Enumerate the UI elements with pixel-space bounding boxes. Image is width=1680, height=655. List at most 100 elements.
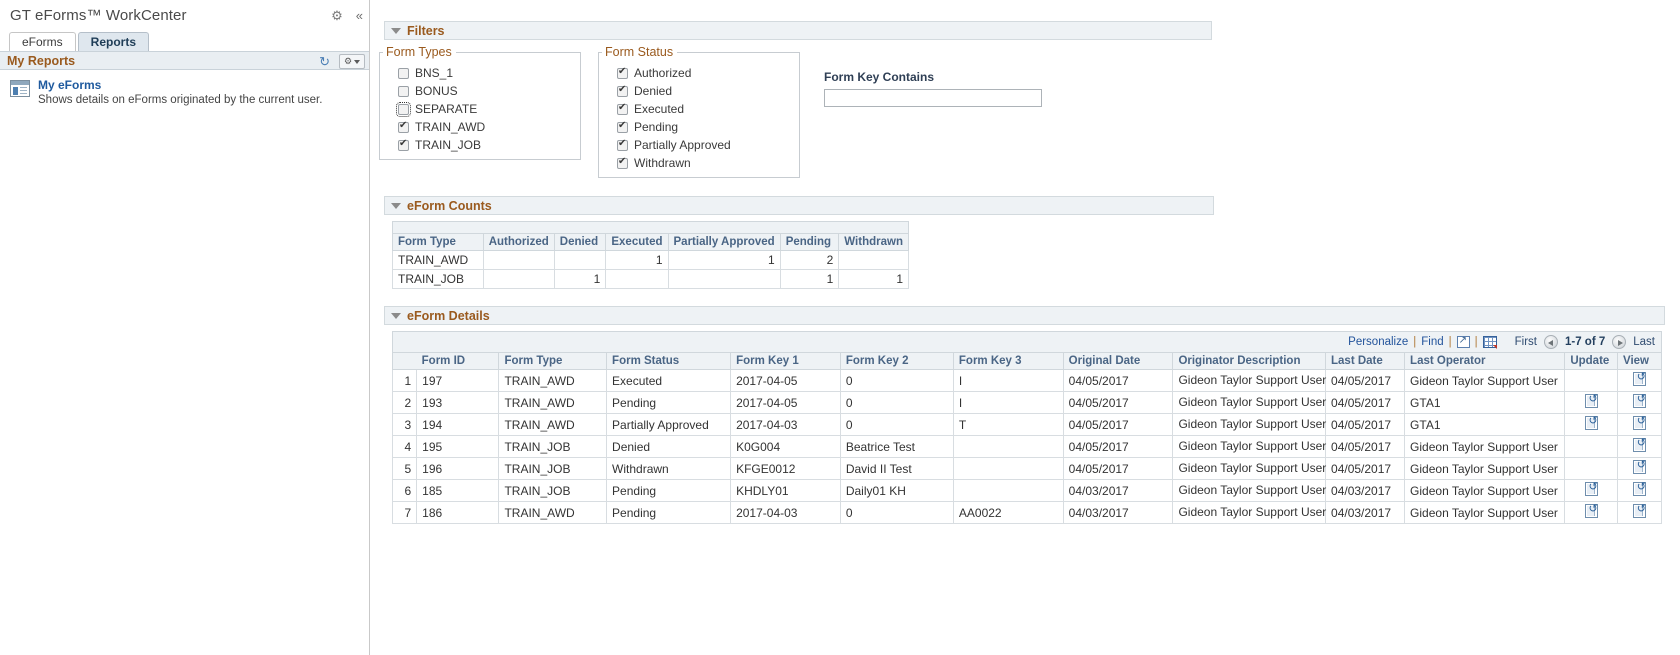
- previous-page-icon[interactable]: [1543, 335, 1558, 349]
- view-form-icon[interactable]: [1633, 502, 1646, 518]
- cell-update: [1564, 457, 1618, 480]
- filters-section-header[interactable]: Filters: [384, 21, 1212, 40]
- collapse-panel-icon[interactable]: «: [356, 9, 363, 22]
- col-pending[interactable]: Pending: [779, 233, 840, 251]
- form-key-contains-input[interactable]: [824, 89, 1042, 107]
- col-partially-approved[interactable]: Partially Approved: [667, 233, 781, 251]
- report-document-lines: [20, 87, 27, 95]
- personalize-link[interactable]: Personalize: [1348, 336, 1408, 348]
- form-type-separate[interactable]: SEPARATE: [396, 100, 580, 118]
- form-type-train-job[interactable]: TRAIN_JOB: [398, 136, 580, 154]
- cell-view[interactable]: [1617, 369, 1662, 392]
- cell-form-key-1: 2017-04-05: [730, 369, 841, 392]
- checkbox-icon[interactable]: [398, 138, 409, 151]
- cell-last-date: 04/03/2017: [1325, 479, 1406, 502]
- cell-form-key-3: I: [952, 391, 1064, 414]
- tab-eforms[interactable]: eForms: [9, 32, 76, 51]
- col-denied[interactable]: Denied: [553, 233, 607, 251]
- checkbox-icon[interactable]: [398, 85, 409, 97]
- checkbox-icon[interactable]: [617, 138, 628, 151]
- checkbox-icon[interactable]: [617, 84, 628, 97]
- view-form-icon[interactable]: [1633, 480, 1646, 496]
- checkbox-icon[interactable]: [617, 120, 628, 133]
- col-form-key-2[interactable]: Form Key 2: [839, 352, 954, 370]
- col-form-id[interactable]: Form ID: [416, 352, 500, 370]
- form-status-partially-approved[interactable]: Partially Approved: [617, 136, 799, 154]
- my-eforms-link[interactable]: My eForms: [38, 78, 322, 92]
- update-form-icon[interactable]: [1584, 392, 1598, 408]
- my-reports-title: My Reports: [7, 53, 76, 68]
- form-type-bns1[interactable]: BNS_1: [398, 64, 580, 82]
- form-status-executed[interactable]: Executed: [617, 100, 799, 118]
- checkbox-icon[interactable]: [396, 101, 411, 117]
- form-status-list: Authorized Denied Executed Pending: [599, 59, 799, 172]
- col-rownum: [391, 352, 417, 370]
- tab-reports[interactable]: Reports: [77, 32, 150, 51]
- refresh-icon[interactable]: ↻: [319, 55, 330, 68]
- gear-icon[interactable]: ⚙: [331, 9, 343, 22]
- cell-update[interactable]: [1564, 479, 1618, 502]
- cell-view[interactable]: [1617, 501, 1662, 524]
- new-window-icon[interactable]: [1456, 334, 1470, 348]
- cell-originator-description: Gideon Taylor Support User: [1172, 479, 1326, 502]
- col-last-date[interactable]: Last Date: [1325, 352, 1406, 370]
- col-form-key-1[interactable]: Form Key 1: [730, 352, 841, 370]
- cell-view[interactable]: [1617, 457, 1662, 480]
- first-page-link[interactable]: First: [1515, 336, 1537, 348]
- col-original-date[interactable]: Original Date: [1062, 352, 1174, 370]
- form-type-bonus[interactable]: BONUS: [398, 82, 580, 100]
- col-last-operator[interactable]: Last Operator: [1404, 352, 1566, 370]
- report-item-text: My eForms Shows details on eForms origin…: [38, 78, 322, 108]
- pagelet-settings-button[interactable]: ⚙: [339, 54, 365, 69]
- col-withdrawn[interactable]: Withdrawn: [838, 233, 909, 251]
- checkbox-icon[interactable]: [398, 67, 409, 79]
- view-form-icon[interactable]: [1633, 458, 1646, 474]
- find-link[interactable]: Find: [1421, 336, 1443, 348]
- col-authorized[interactable]: Authorized: [482, 233, 555, 251]
- form-status-denied[interactable]: Denied: [617, 82, 799, 100]
- next-page-icon[interactable]: [1612, 335, 1627, 349]
- form-status-authorized[interactable]: Authorized: [617, 64, 799, 82]
- update-form-icon[interactable]: [1584, 414, 1598, 430]
- cell-view[interactable]: [1617, 413, 1662, 436]
- form-status-legend: Form Status: [605, 45, 674, 59]
- cell-form-key-1: KHDLY01: [730, 479, 841, 502]
- form-types-legend: Form Types: [386, 45, 452, 59]
- checkbox-icon[interactable]: [398, 120, 409, 133]
- col-form-status[interactable]: Form Status: [606, 352, 732, 370]
- cell-view[interactable]: [1617, 479, 1662, 502]
- col-form-type[interactable]: Form Type: [392, 233, 484, 251]
- view-form-icon[interactable]: [1633, 436, 1646, 452]
- cell-denied: [553, 250, 607, 270]
- cell-view[interactable]: [1617, 435, 1662, 458]
- form-status-withdrawn[interactable]: Withdrawn: [617, 154, 799, 172]
- col-update[interactable]: Update: [1564, 352, 1618, 370]
- form-type-train-awd[interactable]: TRAIN_AWD: [398, 118, 580, 136]
- view-form-icon[interactable]: [1633, 414, 1646, 430]
- col-form-key-3[interactable]: Form Key 3: [952, 352, 1064, 370]
- form-status-pending[interactable]: Pending: [617, 118, 799, 136]
- update-form-icon[interactable]: [1584, 480, 1598, 496]
- col-form-type[interactable]: Form Type: [498, 352, 608, 370]
- col-view[interactable]: View: [1617, 352, 1662, 370]
- last-page-link[interactable]: Last: [1633, 336, 1655, 348]
- checkbox-icon[interactable]: [617, 66, 628, 79]
- eform-counts-section-header[interactable]: eForm Counts: [384, 196, 1214, 215]
- cell-form-key-1: KFGE0012: [730, 457, 841, 480]
- eform-details-section-header[interactable]: eForm Details: [384, 306, 1665, 325]
- checkbox-icon[interactable]: [617, 156, 628, 169]
- list-item[interactable]: My eForms Shows details on eForms origin…: [0, 70, 369, 108]
- cell-form-key-3: [952, 479, 1064, 502]
- download-to-spreadsheet-icon[interactable]: [1482, 336, 1497, 349]
- cell-view[interactable]: [1617, 391, 1662, 414]
- cell-update[interactable]: [1564, 391, 1618, 414]
- checkbox-icon[interactable]: [617, 102, 628, 115]
- view-form-icon[interactable]: [1633, 370, 1646, 386]
- update-form-icon[interactable]: [1584, 502, 1598, 518]
- col-originator-description[interactable]: Originator Description: [1172, 352, 1327, 370]
- cell-form-id: 195: [416, 435, 500, 458]
- col-executed[interactable]: Executed: [605, 233, 669, 251]
- cell-update[interactable]: [1564, 501, 1618, 524]
- cell-update[interactable]: [1564, 413, 1618, 436]
- view-form-icon[interactable]: [1633, 392, 1646, 408]
